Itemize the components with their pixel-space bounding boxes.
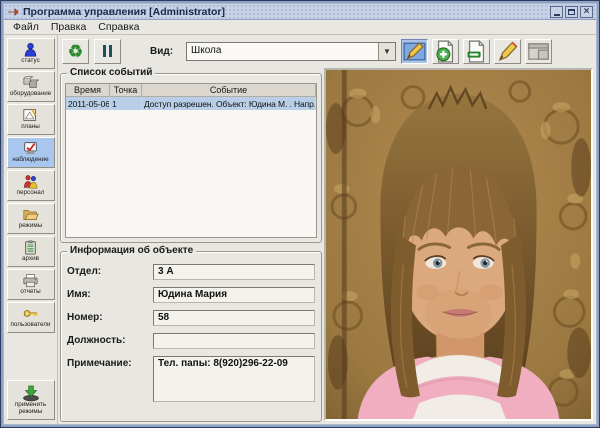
view-combobox[interactable]: Школа ▼ (186, 42, 396, 61)
page-plus-icon (433, 39, 458, 64)
chevron-down-icon[interactable]: ▼ (378, 43, 395, 60)
col-event[interactable]: Событие (142, 84, 316, 97)
menu-file[interactable]: Файл (8, 20, 44, 34)
events-table-header: Время Точка Событие (66, 84, 316, 97)
col-point[interactable]: Точка (110, 84, 142, 97)
person-icon (22, 42, 39, 57)
sidebar-item-plans[interactable]: планы (7, 104, 55, 135)
person-photo (324, 68, 593, 421)
girl-portrait-illustration (326, 70, 591, 419)
app-logo-icon (7, 7, 19, 17)
people-icon (22, 174, 39, 189)
left-column: Список событий Время Точка Событие 2011-… (60, 67, 324, 422)
event-text: Доступ разрешен. Объект: Юдина М. . Напр… (142, 97, 316, 110)
window-title: Программа управления [Administrator] (23, 6, 550, 18)
remove-button[interactable] (463, 39, 490, 64)
sidebar-item-users[interactable]: пользователи (7, 302, 55, 333)
event-point: 1 (110, 97, 142, 110)
menu-edit[interactable]: Правка (46, 20, 91, 34)
sidebar-item-archive[interactable]: архив (7, 236, 55, 267)
info-group: Информация об объекте Отдел: 3 А Имя: Юд… (60, 251, 322, 422)
number-label: Номер: (67, 310, 153, 323)
name-label: Имя: (67, 287, 153, 300)
position-label: Должность: (67, 333, 153, 346)
plans-icon (22, 108, 39, 123)
close-button[interactable]: × (580, 6, 593, 18)
photo-panel (324, 67, 594, 422)
sidebar: статус оборудование планы наблюдение пер… (4, 35, 58, 424)
apply-arrow-icon (20, 384, 42, 402)
event-time: 2011-05-06... (66, 97, 110, 110)
dept-label: Отдел: (67, 264, 153, 277)
app-window: Программа управления [Administrator] × Ф… (0, 0, 600, 428)
maximize-button[interactable] (565, 6, 578, 18)
page-minus-icon (464, 39, 489, 64)
monitor-check-icon (22, 141, 39, 156)
events-group: Список событий Время Точка Событие 2011-… (60, 73, 322, 243)
name-field[interactable]: Юдина Мария (153, 287, 315, 303)
sidebar-item-equipment[interactable]: оборудование (7, 71, 55, 102)
sidebar-item-reports[interactable]: отчеты (7, 269, 55, 300)
events-table: Время Точка Событие 2011-05-06... 1 Дост… (65, 83, 317, 238)
key-icon (22, 306, 39, 321)
recycle-icon: ♻ (68, 43, 83, 60)
sidebar-item-surveillance[interactable]: наблюдение (7, 137, 55, 168)
view-label: Вид: (150, 46, 173, 57)
event-row[interactable]: 2011-05-06... 1 Доступ разрешен. Объект:… (66, 97, 316, 110)
minimize-button[interactable] (550, 6, 563, 18)
pause-button[interactable] (94, 39, 121, 64)
col-time[interactable]: Время (66, 84, 110, 97)
add-button[interactable] (432, 39, 459, 64)
info-group-title: Информация об объекте (67, 245, 196, 256)
refresh-button[interactable]: ♻ (62, 39, 89, 64)
menu-help[interactable]: Справка (93, 20, 144, 34)
note-label: Примечание: (67, 356, 153, 369)
pencil-icon (495, 39, 520, 64)
edit-button[interactable] (494, 39, 521, 64)
sidebar-item-modes[interactable]: режимы (7, 203, 55, 234)
dept-field[interactable]: 3 А (153, 264, 315, 280)
window-panel-icon (526, 39, 551, 64)
pause-icon (103, 45, 112, 57)
folder-icon (22, 207, 39, 222)
printer-icon (22, 273, 39, 288)
title-bar[interactable]: Программа управления [Administrator] × (4, 4, 596, 20)
note-field[interactable]: Тел. папы: 8(920)296-22-09 (153, 356, 315, 402)
pencil-blue-icon (402, 39, 427, 64)
apply-modes-button[interactable]: применитьрежимы (7, 380, 55, 420)
sidebar-item-personnel[interactable]: персонал (7, 170, 55, 201)
clipboard-icon (22, 240, 39, 255)
toolbar: ♻ Вид: Школа ▼ (60, 36, 594, 67)
view-combobox-value: Школа (187, 43, 378, 60)
menu-bar: Файл Правка Справка (4, 20, 596, 35)
events-group-title: Список событий (67, 67, 155, 78)
edit-view-button[interactable] (401, 39, 428, 64)
number-field[interactable]: 58 (153, 310, 315, 326)
sidebar-item-status[interactable]: статус (7, 38, 55, 69)
layout-button[interactable] (525, 39, 552, 64)
position-field[interactable] (153, 333, 315, 349)
equipment-icon (22, 75, 39, 90)
